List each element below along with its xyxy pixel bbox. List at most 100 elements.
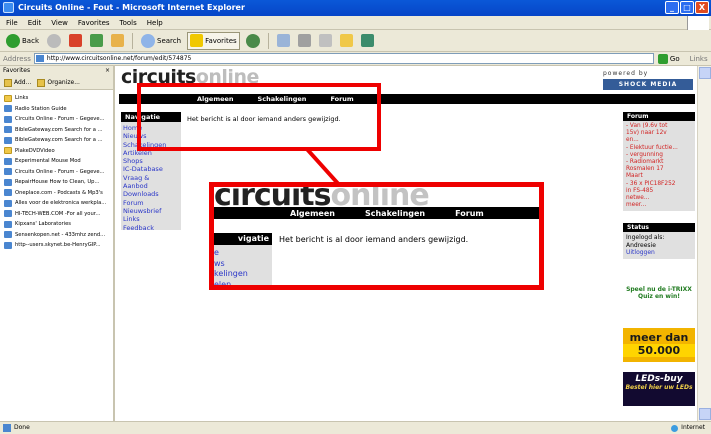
right-column: Forum - Van (9.6v tot 15v) naar 12v en... -… <box>623 112 695 271</box>
media-button[interactable] <box>244 32 262 50</box>
navigatie-link[interactable]: Feedback <box>123 224 181 232</box>
toolbar: Back Search Favorites <box>0 30 711 52</box>
menu-edit[interactable]: Edit <box>28 19 42 27</box>
page-icon <box>4 168 12 176</box>
status-text: Done <box>14 424 30 431</box>
favorites-tools: Add... Organize... <box>0 76 113 90</box>
forum-topic-link[interactable]: - Van (9.6v tot <box>626 123 692 130</box>
favorite-item[interactable]: BibleGateway.com Search for a ... <box>0 125 113 136</box>
address-input[interactable]: http://www.circuitsonline.net/forum/edit… <box>33 53 654 64</box>
navigatie-link[interactable]: Shops <box>123 157 181 165</box>
menu-tools[interactable]: Tools <box>120 19 137 27</box>
menu-help[interactable]: Help <box>147 19 163 27</box>
back-arrow-icon <box>6 33 20 48</box>
vertical-scrollbar[interactable] <box>697 66 711 421</box>
refresh-icon <box>90 34 103 47</box>
page-icon <box>4 210 12 218</box>
forum-topic-link[interactable]: Maart <box>626 173 692 180</box>
forward-button[interactable] <box>45 32 63 50</box>
logout-link[interactable]: Uitloggen <box>626 249 692 257</box>
favorite-item[interactable]: Circuits Online - Forum - Gegeve... <box>0 167 113 178</box>
go-button[interactable]: Go <box>657 53 680 64</box>
address-label: Address <box>3 54 31 63</box>
forum-topic-link[interactable]: in FS-485 <box>626 188 692 195</box>
forum-topic-link[interactable]: meer... <box>626 202 692 209</box>
zoomed-nav-item: kelingen <box>214 269 248 278</box>
favorite-item[interactable]: Links <box>0 93 113 104</box>
home-button[interactable] <box>109 32 126 50</box>
page-icon <box>4 157 12 165</box>
menu-favorites[interactable]: Favorites <box>78 19 110 27</box>
forum-topic-link[interactable]: 15v) naar 12v <box>626 130 692 137</box>
ad-banner-ledsbuy[interactable]: LEDs-buy Bestel hier uw LEDs <box>623 372 695 406</box>
forum-topic-link[interactable]: netwe... <box>626 195 692 202</box>
zoomed-nav-forum: Forum <box>455 208 484 218</box>
navigatie-link[interactable]: Nieuwsbrief <box>123 207 181 215</box>
favorite-item[interactable]: Experimental Mouse Mod <box>0 156 113 167</box>
forum-topic-link[interactable]: - Radiomarkt <box>626 159 692 166</box>
scroll-up-button[interactable] <box>699 67 711 79</box>
page-icon <box>4 231 12 239</box>
navigatie-link[interactable]: Vraag & <box>123 174 181 182</box>
forum-topic-link[interactable]: Rosmalen 17 <box>626 166 692 173</box>
quiz-promo-link[interactable]: Speel nu de i-TRIXX Quiz en win! <box>623 286 695 300</box>
favorites-header: Favorites × <box>0 66 113 76</box>
maximize-button[interactable]: □ <box>680 1 694 14</box>
messenger-icon <box>360 34 374 47</box>
window-title: Circuits Online - Fout - Microsoft Inter… <box>18 3 245 12</box>
favorite-item[interactable]: PlakeDVDVideo <box>0 146 113 157</box>
forum-topic-link[interactable]: - vergunning <box>626 152 692 159</box>
favorite-item[interactable]: Sensenkopen.net - 433mhz zend... <box>0 230 113 241</box>
username: Andreesie <box>626 241 656 249</box>
favorite-item[interactable]: HI-TECH-WEB.COM -For all your... <box>0 209 113 220</box>
navigatie-link[interactable]: Links <box>123 215 181 223</box>
menu-file[interactable]: File <box>6 19 18 27</box>
close-favorites-icon[interactable]: × <box>105 66 110 76</box>
page-icon <box>35 55 44 62</box>
ad-banner-50000[interactable]: meer dan 50.000 <box>623 328 695 362</box>
forum-box: Forum - Van (9.6v tot 15v) naar 12v en... -… <box>623 112 695 212</box>
favorite-item[interactable]: Radio Station Guide <box>0 104 113 115</box>
home-icon <box>111 34 124 47</box>
favorite-item[interactable]: Circuits Online - Forum - Gegeve... <box>0 114 113 125</box>
mail-button[interactable] <box>275 32 292 50</box>
print-button[interactable] <box>296 32 313 50</box>
favorite-item[interactable]: BibleGateway.com Search for a ... <box>0 135 113 146</box>
search-button[interactable]: Search <box>139 32 183 50</box>
back-button[interactable]: Back <box>4 32 41 50</box>
navigatie-link[interactable]: Downloads <box>123 190 181 198</box>
status-bar: Done Internet <box>0 421 711 434</box>
favorite-item[interactable]: Kipxans' Laboratories <box>0 219 113 230</box>
forum-topic-link[interactable]: - Elektuur fuctie... <box>626 145 692 152</box>
scroll-down-button[interactable] <box>699 408 711 420</box>
favorite-item[interactable]: RepairHouse How to Clean, Up... <box>0 177 113 188</box>
ie-icon <box>3 2 14 13</box>
add-favorite-button[interactable]: Add... <box>4 78 31 87</box>
refresh-button[interactable] <box>88 32 105 50</box>
navigatie-link[interactable]: Forum <box>123 199 181 207</box>
navigatie-link[interactable]: Aanbod <box>123 182 181 190</box>
menu-bar: File Edit View Favorites Tools Help <box>0 16 711 30</box>
page-icon <box>4 189 12 197</box>
forum-topic-link[interactable]: en... <box>626 137 692 144</box>
favorite-item[interactable]: Oneplace.com - Podcasts & Mp3's <box>0 188 113 199</box>
favorite-item[interactable]: http--users.skynet.be-HenryGIP... <box>0 240 113 251</box>
menu-view[interactable]: View <box>51 19 68 27</box>
organize-favorites-button[interactable]: Organize... <box>37 78 80 87</box>
edit-button[interactable] <box>317 32 334 50</box>
favorite-item[interactable]: Alles voor de elektronica werkpla... <box>0 198 113 209</box>
edit-icon <box>318 34 332 47</box>
folder-icon <box>4 94 12 102</box>
messenger-button[interactable] <box>359 32 376 50</box>
stop-button[interactable] <box>67 32 84 50</box>
navigatie-link[interactable]: IC-Database <box>123 165 181 173</box>
minimize-button[interactable]: _ <box>665 1 679 14</box>
folder-button[interactable] <box>338 32 355 50</box>
forum-topic-link[interactable]: - 36 x PIC18F252 <box>626 181 692 188</box>
links-button[interactable]: Links <box>690 55 708 63</box>
close-button[interactable]: X <box>695 1 709 14</box>
title-bar: Circuits Online - Fout - Microsoft Inter… <box>0 0 711 16</box>
shock-media-logo[interactable]: SHOCK MEDIA <box>603 79 693 90</box>
favorites-button[interactable]: Favorites <box>187 31 240 50</box>
zoomed-nav-item: elen <box>214 279 232 289</box>
